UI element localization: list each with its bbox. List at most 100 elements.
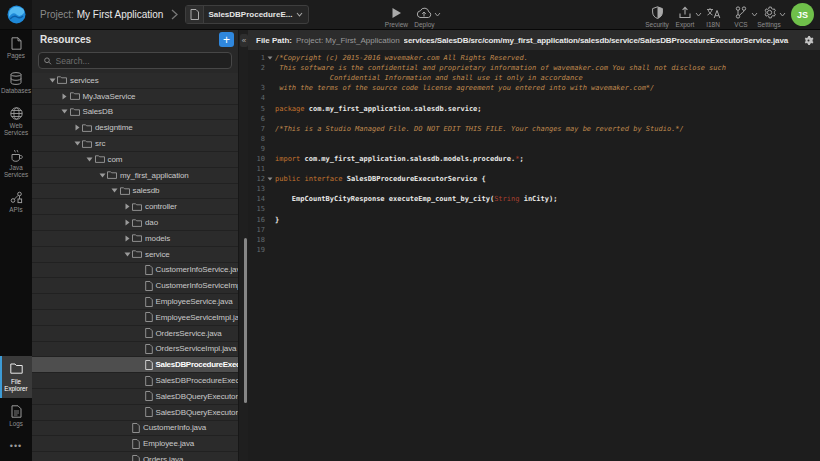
tree-expand-closed-icon[interactable] — [123, 235, 131, 242]
security-button[interactable]: Security — [643, 1, 671, 28]
code-line: 1/*Copyright (c) 2015-2016 wavemaker.com… — [248, 53, 820, 63]
tree-expand-closed-icon[interactable] — [123, 219, 131, 226]
file-icon — [132, 455, 140, 461]
tree-item[interactable]: service — [32, 247, 238, 263]
panel-divider: « — [238, 30, 248, 461]
user-avatar[interactable]: JS — [791, 3, 814, 26]
add-resource-button[interactable]: + — [219, 32, 234, 47]
folder-icon — [82, 140, 92, 148]
open-file-name: SalesDBProcedureE... — [204, 10, 296, 19]
tree-expand-closed-icon[interactable] — [123, 203, 131, 210]
code-editor[interactable]: 1/*Copyright (c) 2015-2016 wavemaker.com… — [248, 50, 820, 255]
sidebar-item-apis[interactable]: APIs — [0, 184, 32, 219]
sidebar-item-web-services[interactable]: Web Services — [0, 100, 32, 142]
tree-item[interactable]: CustomerInfoService.java — [32, 263, 238, 279]
line-number: 5 — [248, 105, 265, 113]
file-icon — [145, 281, 153, 291]
fold-marker-icon[interactable] — [265, 177, 275, 181]
file-icon — [145, 265, 153, 275]
i18n-icon — [706, 6, 721, 19]
resources-tree: servicesMyJavaServiceSalesDBdesigntimesr… — [32, 73, 238, 461]
export-button[interactable]: Export — [671, 1, 699, 28]
tree-expand-open-icon[interactable] — [48, 78, 56, 83]
tree-item[interactable]: Orders.java — [32, 452, 238, 461]
tree-item[interactable]: my_first_application — [32, 168, 238, 184]
code-line: 16} — [248, 215, 820, 225]
tree-item[interactable]: dao — [32, 215, 238, 231]
search-box[interactable] — [38, 52, 232, 69]
tree-expand-open-icon[interactable] — [111, 188, 119, 193]
line-number: 19 — [248, 246, 265, 254]
preview-button[interactable]: Preview — [382, 1, 410, 28]
settings-button[interactable]: Settings — [755, 1, 783, 28]
sidebar-item-file-explorer[interactable]: File Explorer — [0, 356, 32, 398]
folder-icon — [82, 124, 92, 132]
tree-expand-open-icon[interactable] — [73, 141, 81, 146]
tree-item-selected[interactable]: SalesDBProcedureExecutorService.java — [32, 357, 238, 373]
tree-item[interactable]: controller — [32, 199, 238, 215]
wavemaker-logo[interactable] — [0, 0, 32, 29]
file-icon — [145, 391, 153, 401]
tree-item[interactable]: models — [32, 231, 238, 247]
file-icon — [145, 376, 153, 386]
line-number: 17 — [248, 226, 265, 234]
tree-item[interactable]: designtime — [32, 120, 238, 136]
search-icon — [44, 57, 52, 65]
line-number: 12 — [248, 175, 265, 183]
tree-item[interactable]: src — [32, 136, 238, 152]
search-input[interactable] — [56, 56, 227, 66]
open-file-dropdown[interactable]: SalesDBProcedureE... — [185, 5, 309, 24]
export-icon — [679, 6, 691, 19]
line-number: 15 — [248, 205, 265, 213]
security-icon — [652, 6, 663, 19]
tree-item[interactable]: services — [32, 73, 238, 89]
tree-item[interactable]: Employee.java — [32, 436, 238, 452]
tree-item[interactable]: EmployeeService.java — [32, 294, 238, 310]
collapse-panel-button[interactable]: « — [240, 34, 248, 47]
code-line: 3 with the terms of the source code lice… — [248, 83, 820, 93]
sidebar-item-java-services[interactable]: Java Services — [0, 142, 32, 184]
tree-expand-open-icon[interactable] — [123, 252, 131, 257]
tree-item[interactable]: OrdersService.java — [32, 326, 238, 342]
tree-item[interactable]: SalesDBQueryExecutorService.java — [32, 389, 238, 405]
sidebar-item-pages[interactable]: Pages — [0, 30, 32, 65]
tree-expand-closed-icon[interactable] — [61, 93, 69, 100]
sidebar-item-databases[interactable]: Databases — [0, 65, 32, 100]
tree-scrollbar[interactable] — [244, 238, 247, 403]
sidebar-more-button[interactable]: ••• — [0, 433, 32, 461]
chevron-down-icon — [779, 12, 786, 17]
i18n-button[interactable]: I18N — [699, 1, 727, 28]
preview-icon — [391, 6, 402, 19]
fold-marker-icon[interactable] — [265, 56, 275, 60]
chevron-down-icon — [434, 12, 441, 17]
tree-item[interactable]: MyJavaService — [32, 89, 238, 105]
line-number: 14 — [248, 195, 265, 203]
file-icon — [132, 423, 140, 433]
file-settings-gear-icon[interactable] — [803, 35, 814, 46]
code-line: Confidential Information and shall use i… — [248, 73, 820, 83]
project-label: Project: — [40, 9, 74, 20]
tree-expand-open-icon[interactable] — [86, 157, 94, 162]
tree-item[interactable]: com — [32, 152, 238, 168]
tree-item[interactable]: EmployeeServiceImpl.java — [32, 310, 238, 326]
vcs-button[interactable]: VCS — [727, 1, 755, 28]
folder-icon — [132, 250, 142, 258]
tree-expand-open-icon[interactable] — [61, 109, 69, 114]
tree-item[interactable]: SalesDBQueryExecutorServiceImpl.java — [32, 405, 238, 421]
left-sidebar: PagesDatabasesWeb ServicesJava ServicesA… — [0, 30, 32, 461]
tree-expand-open-icon[interactable] — [98, 173, 106, 178]
deploy-button[interactable]: Deploy — [410, 1, 438, 28]
sidebar-item-logs[interactable]: Logs — [0, 398, 32, 433]
tree-item[interactable]: SalesDBProcedureExecutorServiceImpl.java — [32, 373, 238, 389]
code-line: 15 — [248, 204, 820, 214]
tree-expand-closed-icon[interactable] — [73, 124, 81, 131]
tree-item[interactable]: SalesDB — [32, 105, 238, 121]
code-line: 19 — [248, 245, 820, 255]
file-icon — [145, 360, 153, 370]
line-number: 9 — [248, 145, 265, 153]
tree-item[interactable]: CustomerInfoServiceImpl.java — [32, 278, 238, 294]
folder-icon — [132, 234, 142, 242]
tree-item[interactable]: CustomerInfo.java — [32, 421, 238, 437]
tree-item[interactable]: salesdb — [32, 184, 238, 200]
tree-item[interactable]: OrdersServiceImpl.java — [32, 342, 238, 358]
